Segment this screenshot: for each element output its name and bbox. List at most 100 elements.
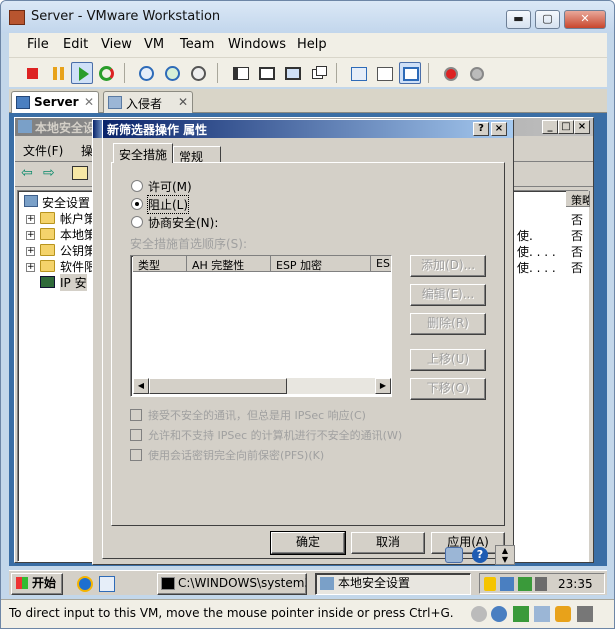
shield-icon[interactable] bbox=[484, 577, 496, 591]
reset-button[interactable] bbox=[95, 62, 117, 84]
task-cmd[interactable]: C:\WINDOWS\system3... bbox=[157, 573, 307, 595]
replay-icon bbox=[470, 67, 484, 81]
forward-arrow-icon[interactable]: ⇨ bbox=[43, 165, 55, 181]
menu-team[interactable]: Team bbox=[180, 37, 214, 52]
radio-permit[interactable] bbox=[131, 180, 143, 192]
close-tab-icon[interactable]: ✕ bbox=[84, 95, 94, 109]
show-desktop-icon[interactable] bbox=[99, 576, 115, 592]
help-button[interactable]: ? bbox=[473, 122, 489, 136]
appliance-view-button[interactable] bbox=[373, 62, 395, 84]
scroll-right-icon[interactable]: ▶ bbox=[375, 378, 391, 394]
menu-view[interactable]: View bbox=[101, 37, 132, 52]
network-2-icon[interactable] bbox=[518, 577, 532, 591]
console-view-button[interactable] bbox=[399, 62, 421, 84]
task-local-security[interactable]: 本地安全设置 bbox=[315, 573, 471, 595]
bg-close-button[interactable]: × bbox=[574, 120, 590, 134]
quick-switch-button[interactable] bbox=[281, 62, 303, 84]
expand-icon[interactable]: + bbox=[26, 231, 35, 240]
up-folder-icon[interactable] bbox=[72, 166, 88, 180]
menu-windows[interactable]: Windows bbox=[228, 37, 286, 52]
remove-button[interactable]: 删除(R) bbox=[410, 313, 486, 335]
close-button[interactable]: ✕ bbox=[564, 10, 606, 29]
checkbox-allow-unsecured[interactable] bbox=[130, 429, 142, 441]
show-sidebar-button[interactable] bbox=[229, 62, 251, 84]
bg-maximize-button[interactable]: □ bbox=[558, 120, 574, 134]
menu-vm[interactable]: VM bbox=[144, 37, 164, 52]
minimize-button[interactable]: ▬ bbox=[506, 10, 531, 29]
vm-console[interactable]: 本地安全设置 _ □ × 文件(F) 操 ⇦ ⇨ 安全设置 + 帐户策 + 本地… bbox=[9, 113, 607, 566]
record-icon bbox=[444, 67, 458, 81]
menu-edit[interactable]: Edit bbox=[63, 37, 88, 52]
close-tab-icon[interactable]: ✕ bbox=[178, 95, 188, 109]
suspend-button[interactable] bbox=[47, 62, 69, 84]
back-arrow-icon[interactable]: ⇦ bbox=[21, 165, 33, 181]
unity-button[interactable] bbox=[307, 62, 329, 84]
cdrom-icon[interactable] bbox=[491, 606, 507, 622]
menu-help[interactable]: Help bbox=[297, 37, 327, 52]
power-on-button[interactable] bbox=[71, 62, 93, 84]
ok-button[interactable]: 确定 bbox=[270, 531, 346, 555]
edit-button[interactable]: 编辑(E)... bbox=[410, 284, 486, 306]
horizontal-scrollbar[interactable]: ◀ ▶ bbox=[133, 378, 391, 394]
col-policy-header[interactable]: 策略 bbox=[566, 191, 590, 207]
tree-ip-security[interactable]: IP 安 bbox=[60, 274, 87, 291]
menu-file[interactable]: File bbox=[27, 37, 49, 52]
menu-file-cn[interactable]: 文件(F) bbox=[23, 142, 63, 159]
scroll-arrows-icon[interactable]: ▲ ▼ bbox=[495, 545, 515, 565]
snapshot-manager-button[interactable] bbox=[187, 62, 209, 84]
radio-block[interactable] bbox=[131, 198, 143, 210]
network-icon[interactable] bbox=[500, 577, 514, 591]
tree-security-settings[interactable]: 安全设置 bbox=[42, 194, 90, 211]
status-message: To direct input to this VM, move the mou… bbox=[9, 606, 454, 620]
tree-public-key-policy[interactable]: 公钥策 bbox=[60, 242, 96, 259]
expand-icon[interactable]: + bbox=[26, 247, 35, 256]
add-button[interactable]: 添加(D)... bbox=[410, 255, 486, 277]
summary-view-button[interactable] bbox=[347, 62, 369, 84]
checkbox-accept-unsecured[interactable] bbox=[130, 409, 142, 421]
title-bar: Server - VMware Workstation ▬ ▢ ✕ bbox=[1, 1, 614, 33]
maximize-button[interactable]: ▢ bbox=[535, 10, 560, 29]
ie-icon[interactable] bbox=[77, 576, 93, 592]
tree-account-policy[interactable]: 帐户策 bbox=[60, 210, 96, 227]
col-ah-integrity[interactable]: AH 完整性 bbox=[187, 256, 271, 272]
tab-intruder[interactable]: 入侵者 ✕ bbox=[103, 91, 193, 113]
checkbox-pfs[interactable] bbox=[130, 449, 142, 461]
radio-negotiate[interactable] bbox=[131, 216, 143, 228]
tree-software-restriction[interactable]: 软件限 bbox=[60, 258, 96, 275]
expand-icon[interactable]: + bbox=[26, 215, 35, 224]
expand-icon[interactable]: + bbox=[26, 263, 35, 272]
record-button[interactable] bbox=[439, 62, 461, 84]
sound-icon[interactable] bbox=[555, 606, 571, 622]
tree-local-policy[interactable]: 本地策 bbox=[60, 226, 96, 243]
start-button[interactable]: 开始 bbox=[11, 573, 63, 595]
col-type[interactable]: 类型 bbox=[133, 256, 187, 272]
col-esi[interactable]: ESI bbox=[371, 256, 391, 272]
tab-security-methods[interactable]: 安全措施 bbox=[113, 143, 173, 163]
move-down-button[interactable]: 下移(O) bbox=[410, 378, 486, 400]
cancel-button[interactable]: 取消 bbox=[351, 532, 425, 554]
apply-button[interactable]: 应用(A) bbox=[431, 532, 505, 554]
security-methods-list[interactable]: 类型 AH 完整性 ESP 加密 ESI ◀ ▶ bbox=[130, 255, 392, 397]
dialog-close-button[interactable]: × bbox=[491, 122, 507, 136]
scroll-left-icon[interactable]: ◀ bbox=[133, 378, 149, 394]
full-screen-button[interactable] bbox=[255, 62, 277, 84]
snapshot-button[interactable] bbox=[135, 62, 157, 84]
checkbox-allow-unsecured-label: 允许和不支持 IPSec 的计算机进行不安全的通讯(W) bbox=[148, 429, 403, 442]
hard-disk-icon[interactable] bbox=[471, 606, 487, 622]
revert-snapshot-button[interactable] bbox=[161, 62, 183, 84]
security-icon bbox=[18, 120, 32, 133]
replay-button[interactable] bbox=[465, 62, 487, 84]
help-circle-icon[interactable]: ? bbox=[472, 547, 488, 563]
tab-server[interactable]: Server ✕ bbox=[11, 91, 99, 113]
message-log-icon[interactable] bbox=[577, 606, 593, 622]
scroll-thumb[interactable] bbox=[149, 378, 287, 394]
bg-minimize-button[interactable]: _ bbox=[542, 120, 558, 134]
tab-general[interactable]: 常规 bbox=[173, 146, 221, 164]
power-off-button[interactable] bbox=[21, 62, 43, 84]
network-adapter-icon[interactable] bbox=[513, 606, 529, 622]
usb-icon[interactable] bbox=[534, 606, 550, 622]
move-up-button[interactable]: 上移(U) bbox=[410, 349, 486, 371]
volume-icon[interactable] bbox=[535, 577, 547, 591]
col-esp-encryption[interactable]: ESP 加密 bbox=[271, 256, 371, 272]
guest-tray-icon[interactable] bbox=[445, 547, 463, 563]
